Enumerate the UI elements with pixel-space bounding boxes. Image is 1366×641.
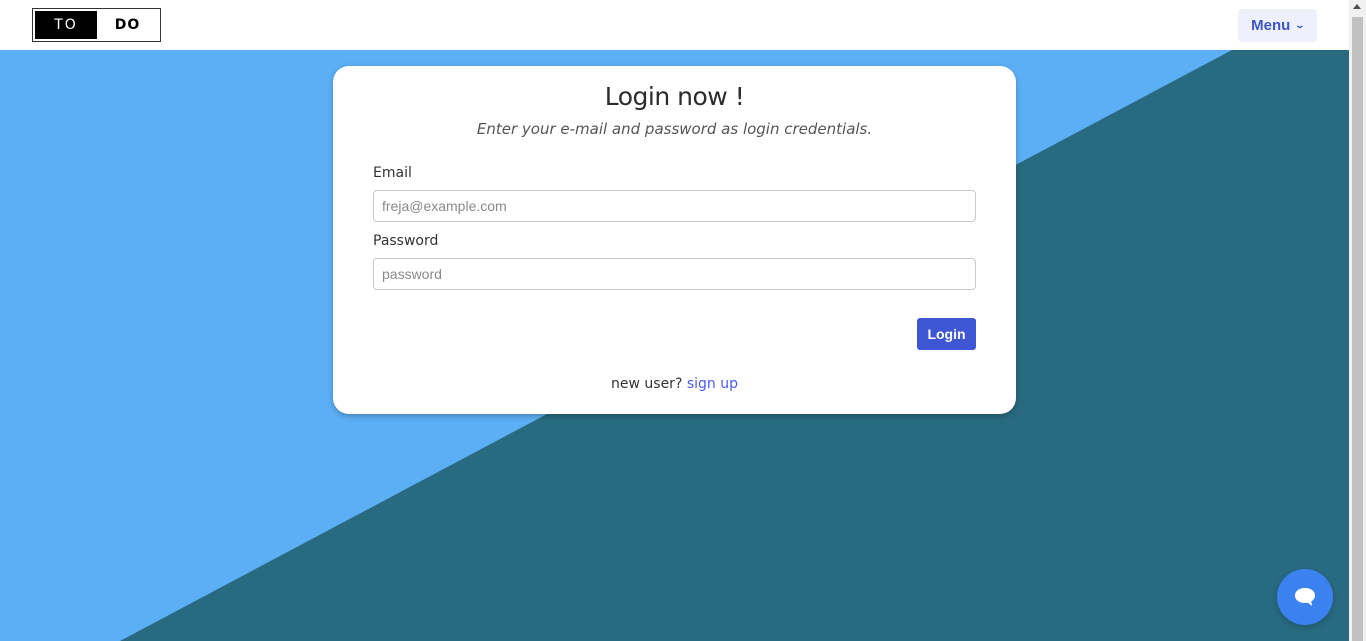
scroll-up-arrow-icon[interactable] bbox=[1353, 4, 1361, 9]
scrollbar-thumb[interactable] bbox=[1352, 17, 1363, 641]
chat-bubble-icon bbox=[1295, 588, 1315, 606]
navbar: TO DO Menu ⌄ bbox=[0, 0, 1349, 50]
logo-do: DO bbox=[114, 17, 141, 33]
signup-link[interactable]: sign up bbox=[687, 376, 738, 392]
menu-label: Menu bbox=[1251, 17, 1291, 34]
signup-prompt: new user? bbox=[611, 376, 683, 392]
login-button[interactable]: Login bbox=[917, 318, 976, 350]
chat-button[interactable] bbox=[1277, 569, 1333, 625]
password-field[interactable] bbox=[373, 258, 976, 290]
email-label: Email bbox=[373, 165, 412, 181]
login-subtitle: Enter your e-mail and password as login … bbox=[476, 120, 873, 138]
chevron-down-icon: ⌄ bbox=[1294, 20, 1306, 30]
login-card: Login now ! Enter your e-mail and passwo… bbox=[333, 66, 1016, 414]
menu-button[interactable]: Menu ⌄ bbox=[1238, 9, 1317, 42]
email-field[interactable] bbox=[373, 190, 976, 222]
password-label: Password bbox=[373, 233, 439, 249]
scrollbar[interactable] bbox=[1349, 0, 1366, 641]
logo-to: TO bbox=[35, 11, 97, 39]
logo[interactable]: TO DO bbox=[32, 8, 161, 42]
signup-row: new user? sign up bbox=[333, 376, 1016, 392]
login-title: Login now ! bbox=[604, 82, 745, 111]
